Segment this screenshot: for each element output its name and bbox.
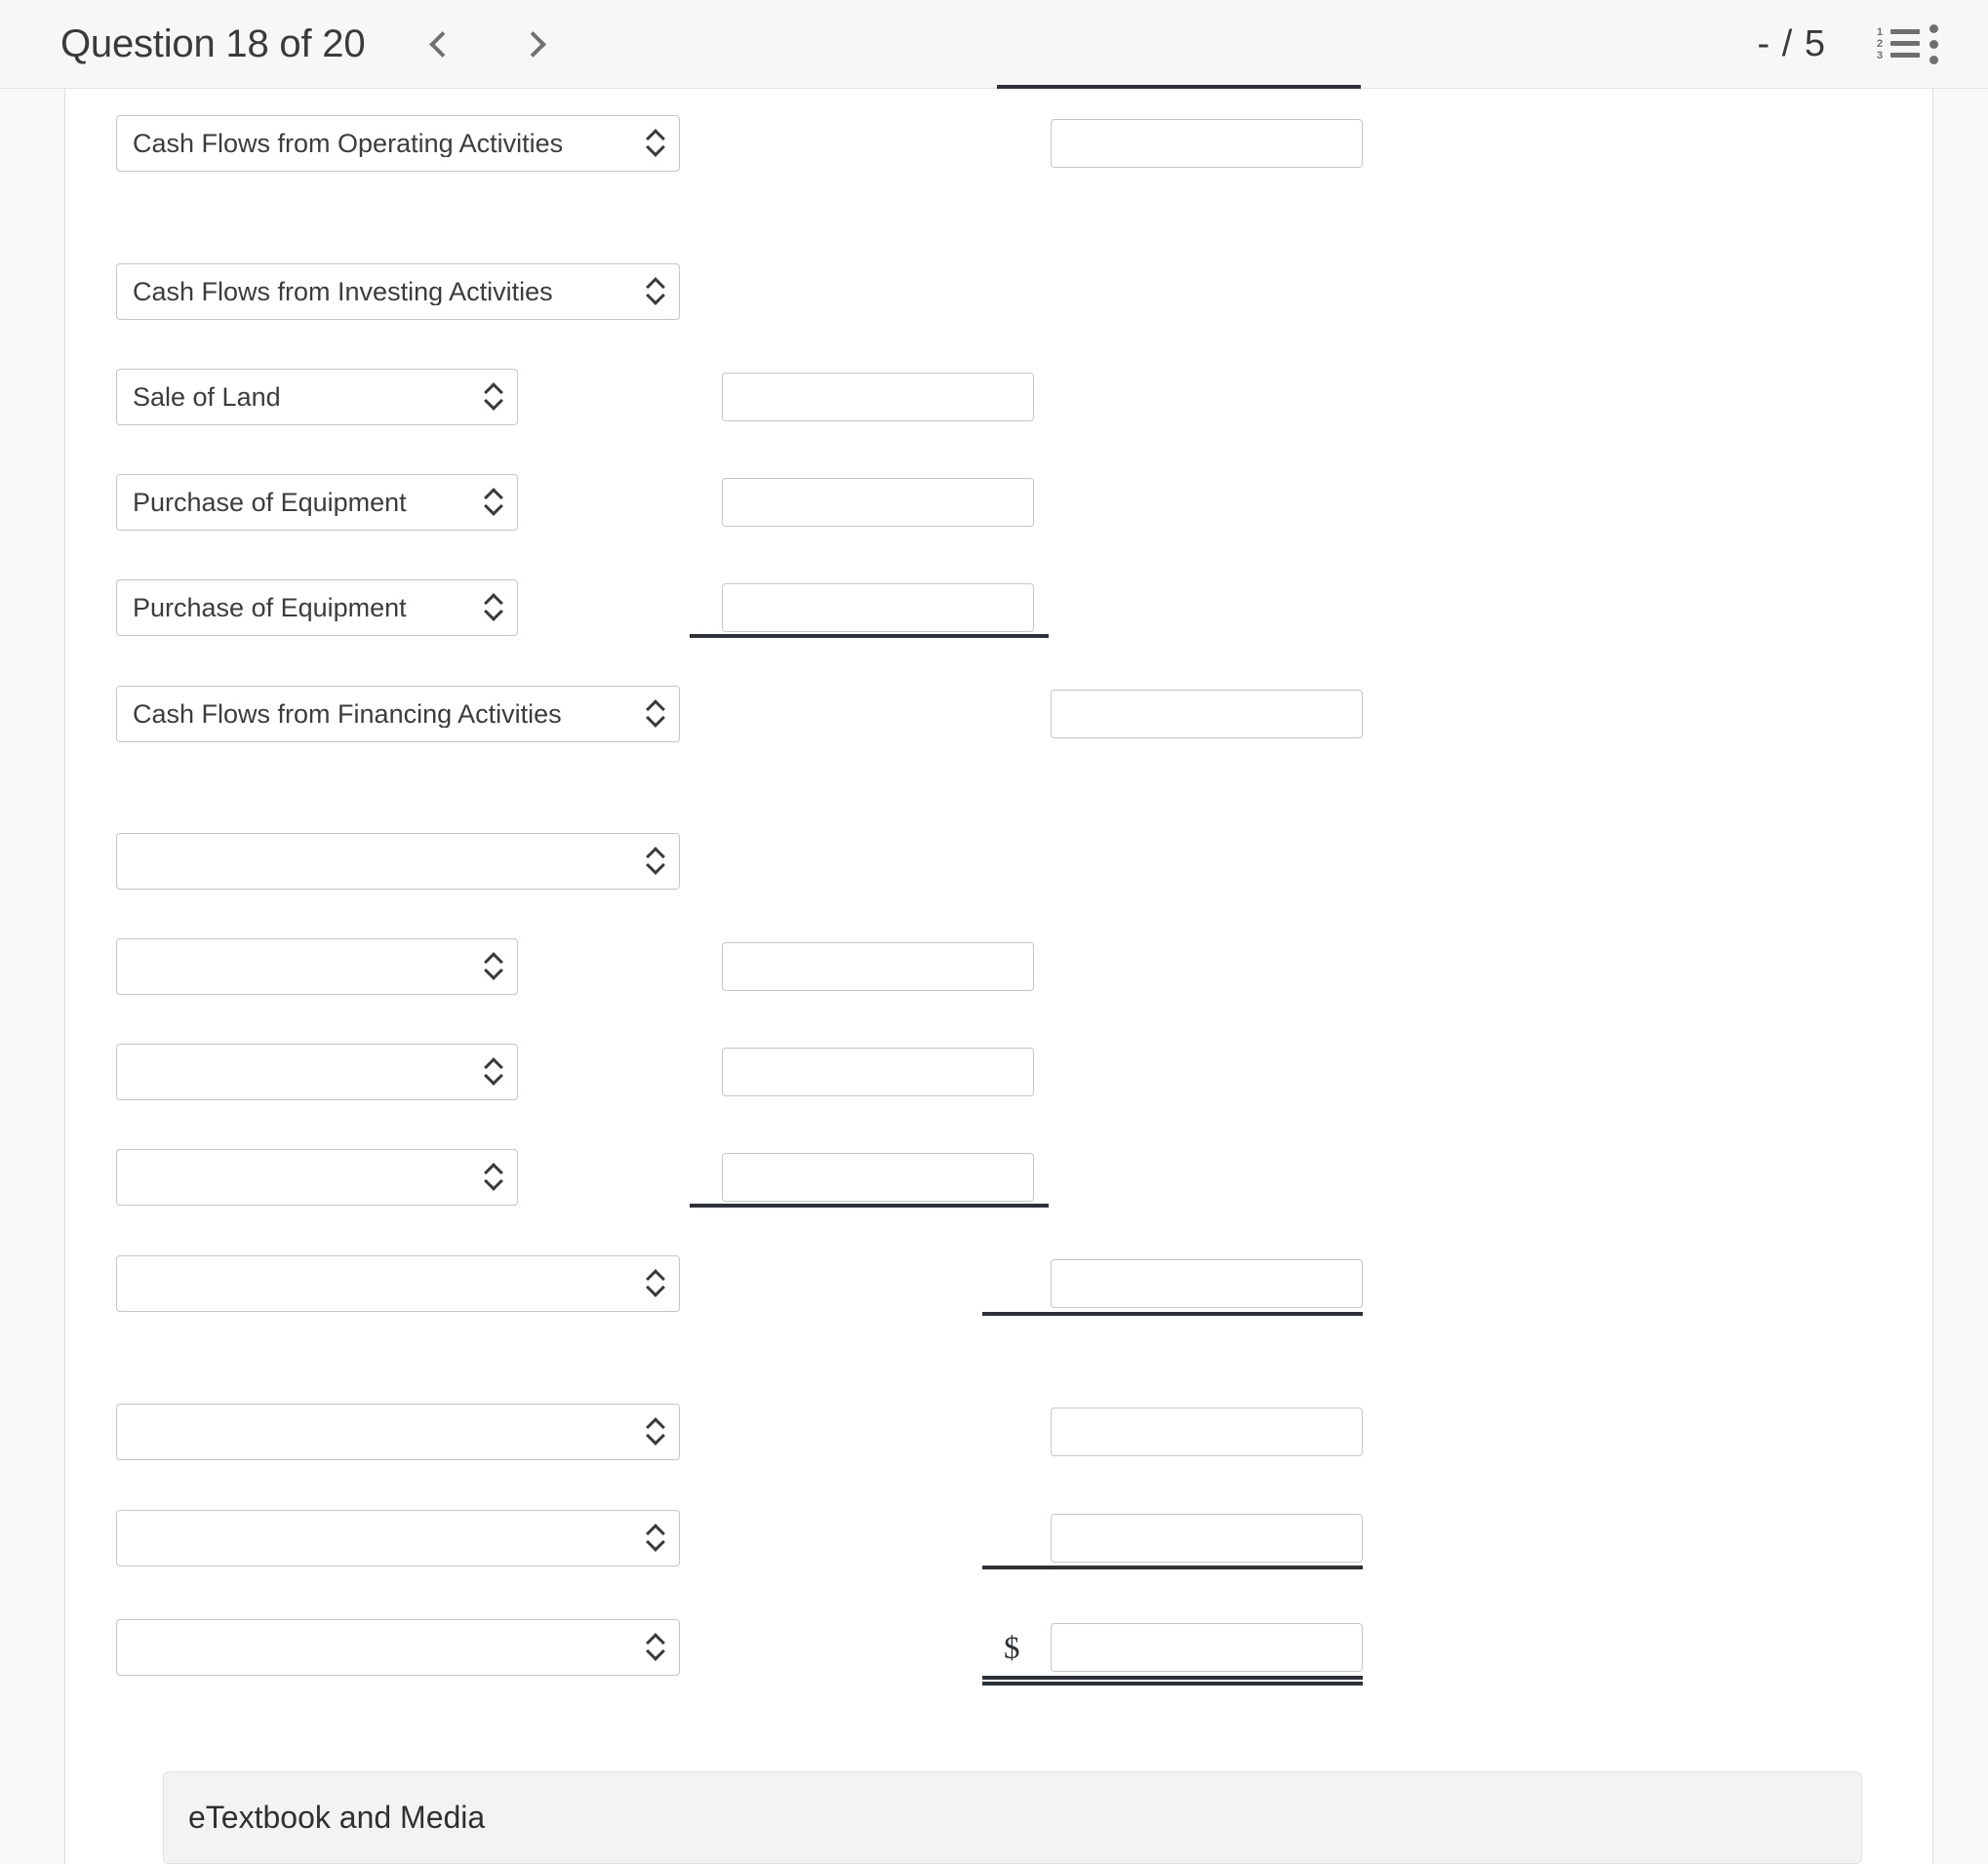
chevron-updown-icon	[646, 129, 665, 158]
amount-input-r13[interactable]	[1051, 1514, 1363, 1563]
chevron-updown-icon	[646, 1524, 665, 1553]
chevron-updown-icon	[484, 593, 503, 622]
list-number-3: 3	[1877, 50, 1884, 61]
amount-input-r6[interactable]	[1051, 690, 1363, 738]
numbered-list-icon: 1 2 3	[1877, 26, 1920, 61]
header-right-group: - / 5 1 2 3	[1757, 17, 1938, 71]
rule-subtotal2	[982, 1566, 1363, 1569]
account-select-r14[interactable]	[116, 1619, 680, 1676]
amount-input-r3[interactable]	[722, 373, 1034, 421]
statement-worksheet: eTextbook and Media Cash Flows from Oper…	[64, 85, 1933, 1864]
chevron-updown-icon	[646, 699, 665, 729]
next-question-button[interactable]	[507, 16, 564, 72]
chevron-updown-icon	[484, 952, 503, 981]
amount-input-r5[interactable]	[722, 583, 1034, 632]
account-select-label: Purchase of Equipment	[133, 489, 407, 516]
question-header-bar: Question 18 of 20 - / 5 1 2 3	[0, 0, 1988, 89]
etextbook-and-media-panel[interactable]: eTextbook and Media	[163, 1771, 1862, 1864]
account-select-r2[interactable]: Cash Flows from Investing Activities	[116, 263, 680, 320]
page-title: Question 18 of 20	[60, 21, 366, 65]
prev-question-button[interactable]	[412, 16, 468, 72]
chevron-updown-icon	[646, 847, 665, 876]
account-select-label: Cash Flows from Financing Activities	[133, 700, 562, 728]
chevron-updown-icon	[646, 1633, 665, 1662]
chevron-updown-icon	[646, 277, 665, 306]
amount-input-r9[interactable]	[722, 1048, 1034, 1096]
account-select-r11[interactable]	[116, 1255, 680, 1312]
account-select-r9[interactable]	[116, 1044, 518, 1100]
account-select-label: Cash Flows from Investing Activities	[133, 278, 553, 305]
question-page: eTextbook and Media Cash Flows from Oper…	[0, 85, 1988, 1864]
account-select-r4[interactable]: Purchase of Equipment	[116, 474, 518, 531]
amount-input-r8[interactable]	[722, 942, 1034, 991]
chevron-updown-icon	[484, 1163, 503, 1192]
chevron-updown-icon	[646, 1417, 665, 1447]
amount-input-r1[interactable]	[1051, 119, 1363, 168]
chevron-updown-icon	[484, 1057, 503, 1087]
account-select-r1[interactable]: Cash Flows from Operating Activities	[116, 115, 680, 172]
account-select-r8[interactable]	[116, 938, 518, 995]
chevron-updown-icon	[484, 382, 503, 412]
account-select-r6[interactable]: Cash Flows from Financing Activities	[116, 686, 680, 742]
account-select-r3[interactable]: Sale of Land	[116, 369, 518, 425]
account-select-r7[interactable]	[116, 833, 680, 890]
chevron-updown-icon	[646, 1269, 665, 1298]
rule-top	[997, 85, 1361, 89]
etextbook-and-media-label: eTextbook and Media	[188, 1800, 486, 1835]
more-vertical-icon	[1928, 23, 1938, 64]
amount-input-r14[interactable]	[1051, 1623, 1363, 1672]
account-select-label: Cash Flows from Operating Activities	[133, 130, 564, 157]
account-select-label: Purchase of Equipment	[133, 594, 407, 621]
amount-input-r12[interactable]	[1051, 1408, 1363, 1456]
account-select-label: Sale of Land	[133, 383, 281, 411]
amount-input-r11[interactable]	[1051, 1259, 1363, 1308]
score-display: - / 5	[1757, 22, 1826, 64]
chevron-left-icon	[429, 30, 457, 58]
list-number-2: 2	[1877, 38, 1884, 50]
chevron-updown-icon	[484, 488, 503, 517]
account-select-r13[interactable]	[116, 1510, 680, 1567]
rule-subtotal1	[982, 1312, 1363, 1316]
amount-input-r4[interactable]	[722, 478, 1034, 527]
rule-financing	[690, 1204, 1049, 1208]
currency-symbol: $	[1004, 1631, 1020, 1666]
account-select-r12[interactable]	[116, 1404, 680, 1460]
question-list-button[interactable]: 1 2 3	[1826, 17, 1920, 71]
rule-total	[982, 1676, 1363, 1686]
list-number-1: 1	[1877, 26, 1884, 38]
rule-investing	[690, 634, 1049, 638]
account-select-r10[interactable]	[116, 1149, 518, 1206]
amount-input-r10[interactable]	[722, 1153, 1034, 1202]
chevron-right-icon	[520, 30, 547, 58]
account-select-r5[interactable]: Purchase of Equipment	[116, 579, 518, 636]
